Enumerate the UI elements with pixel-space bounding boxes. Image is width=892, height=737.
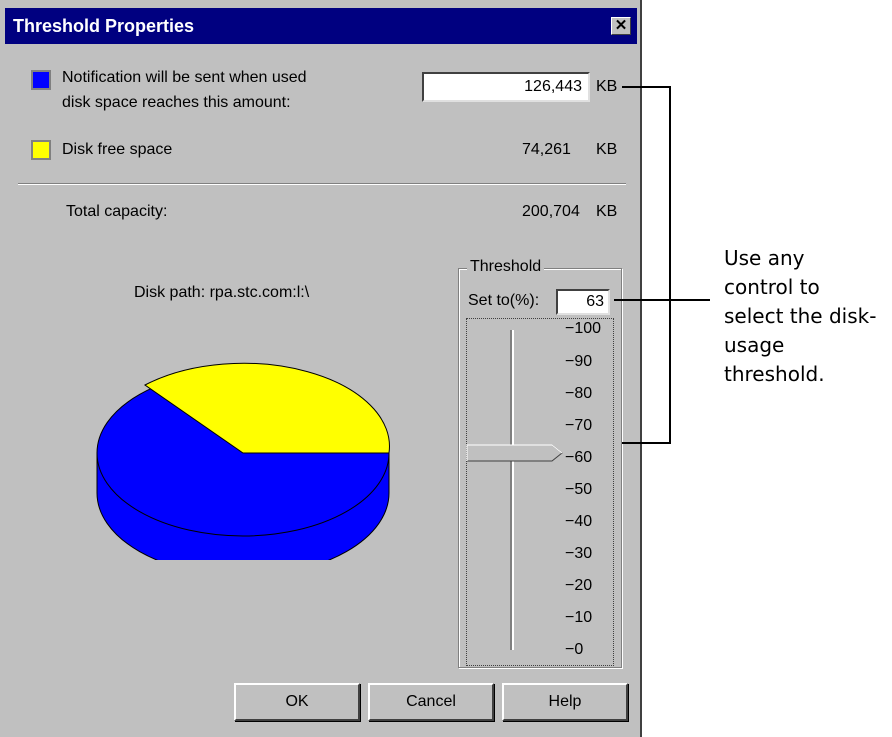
tick-label: −20 (565, 577, 593, 594)
close-button[interactable]: ✕ (611, 17, 631, 35)
free-space-color-swatch (31, 140, 51, 160)
callout-line: Use any (724, 246, 805, 270)
free-space-unit: KB (596, 141, 618, 158)
separator (18, 183, 626, 185)
slider-track (510, 330, 514, 650)
used-space-color-swatch (31, 70, 51, 90)
threshold-percent-input[interactable]: 63 (556, 289, 610, 315)
callout-text: Use any control to select the disk- usag… (724, 244, 876, 389)
ok-button[interactable]: OK (234, 683, 360, 721)
disk-path-label: Disk path: rpa.stc.com:l:\ (134, 284, 310, 301)
tick-label: −100 (565, 320, 602, 337)
tick-label: −40 (565, 513, 593, 530)
notification-label-line1: Notification will be sent when used (62, 69, 307, 86)
tick-label: −10 (565, 609, 593, 626)
notification-label-line2: disk space reaches this amount: (62, 94, 291, 111)
tick-label: −60 (565, 449, 593, 466)
callout-line: usage (724, 333, 785, 357)
help-button[interactable]: Help (502, 683, 628, 721)
callout-line: select the disk- (724, 304, 877, 328)
tick-label: −80 (565, 385, 593, 402)
total-capacity-label: Total capacity: (66, 203, 168, 220)
tick-label: −70 (565, 417, 593, 434)
window-title: Threshold Properties (13, 16, 195, 36)
disk-usage-pie-chart (96, 362, 390, 560)
notification-unit: KB (596, 78, 618, 95)
tick-label: −50 (565, 481, 593, 498)
total-capacity-unit: KB (596, 203, 618, 220)
cancel-button[interactable]: Cancel (368, 683, 494, 721)
threshold-group-label: Threshold (467, 258, 545, 276)
threshold-properties-dialog: Threshold Properties ✕ Notification will… (0, 0, 642, 737)
notification-amount-input[interactable]: 126,443 (422, 72, 590, 102)
tick-label: −30 (565, 545, 593, 562)
tick-label: −0 (565, 641, 584, 658)
callout-line: threshold. (724, 362, 825, 386)
set-to-label: Set to(%): (468, 292, 540, 309)
callout-line: control to (724, 275, 820, 299)
free-space-value: 74,261 (522, 141, 571, 158)
slider-thumb[interactable] (466, 444, 566, 462)
total-capacity-value: 200,704 (522, 203, 580, 220)
title-bar[interactable]: Threshold Properties ✕ (5, 8, 637, 44)
free-space-label: Disk free space (62, 141, 173, 158)
tick-label: −90 (565, 353, 593, 370)
